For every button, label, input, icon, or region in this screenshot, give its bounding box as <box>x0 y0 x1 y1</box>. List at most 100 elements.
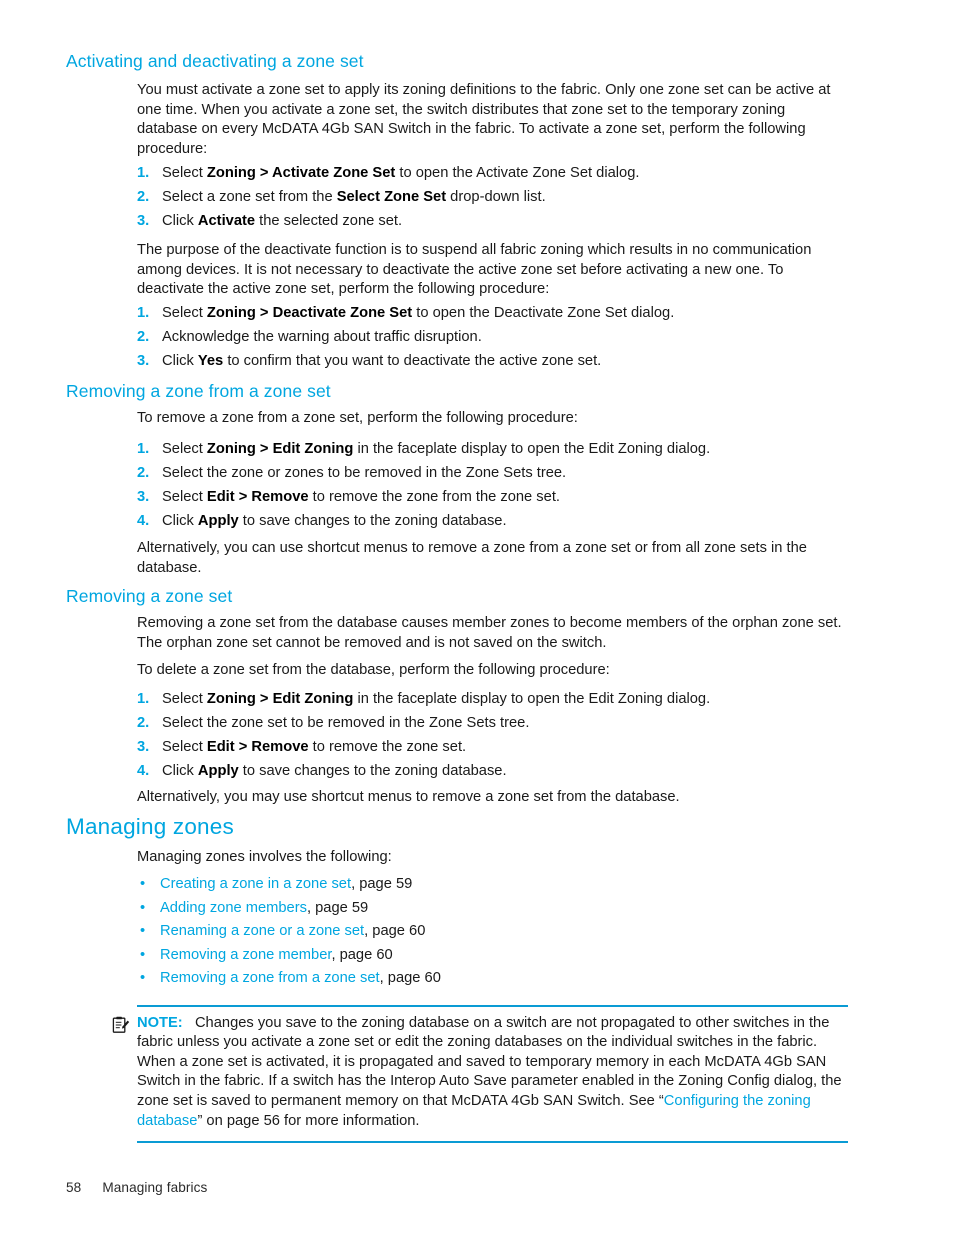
heading-removing-a-zone-from-a-zone-set: Removing a zone from a zone set <box>66 381 331 401</box>
list-item: 2. Select the zone set to be removed in t… <box>137 714 848 734</box>
step-text-post: to open the Activate Zone Set dialog. <box>395 165 640 181</box>
list-item: 3. Select Edit > Remove to remove the zon… <box>137 488 848 508</box>
step-text-bold: Yes <box>197 353 224 370</box>
step-text-pre: Select <box>162 305 207 321</box>
list-item: 2. Acknowledge the warning about traffic … <box>137 328 848 348</box>
step-text-pre: Select <box>162 441 207 457</box>
procedure-list-remove-zoneset: 1. Select Zoning > Edit Zoning in the fac… <box>137 690 848 782</box>
link-removing-a-zone-from-a-zone-set[interactable]: Removing a zone from a zone set <box>160 970 380 986</box>
step-text-bold: Edit > Remove <box>206 489 309 506</box>
bullet-icon: • <box>140 876 146 892</box>
list-marker: 3. <box>137 489 150 506</box>
list-marker: 3. <box>137 739 150 756</box>
bullet-icon: • <box>140 899 146 916</box>
list-item: 1. Select Zoning > Deactivate Zone Set to… <box>137 304 848 324</box>
step-text-post: in the faceplate display to open the Edi… <box>353 441 711 457</box>
list-marker: 3. <box>137 213 150 230</box>
page-reference: , page 60 <box>364 923 426 940</box>
step-text-pre: Select the zone set to be removed in the… <box>162 715 530 732</box>
document-page: Activating and deactivating a zone set Y… <box>0 0 954 1235</box>
bullet-icon: • <box>140 923 146 940</box>
step-text-pre: Select <box>162 489 207 506</box>
list-marker: 2. <box>137 715 150 732</box>
step-text-pre: Select <box>162 165 207 181</box>
step-text-post: drop-down list. <box>446 189 546 206</box>
paragraph-remove-zoneset-intro2: To delete a zone set from the database, … <box>137 662 610 678</box>
list-item: • Removing a zone member, page 60 <box>137 946 848 966</box>
step-text-post: to save changes to the zoning database. <box>238 513 507 530</box>
procedure-list-remove-zone: 1. Select Zoning > Edit Zoning in the fac… <box>137 440 848 532</box>
step-text-pre: Select <box>162 739 207 756</box>
step-text-bold: Apply <box>197 513 239 530</box>
list-item: 3. Select Edit > Remove to remove the zon… <box>137 738 848 758</box>
paragraph-remove-zone-outro: Alternatively, you can use shortcut menu… <box>137 540 807 576</box>
step-text-pre: Click <box>162 213 198 230</box>
page-reference: , page 60 <box>331 946 393 963</box>
list-item: 1. Select Zoning > Edit Zoning in the fac… <box>137 440 848 460</box>
list-item: 4. Click Apply to save changes to the zon… <box>137 512 848 532</box>
list-marker: 2. <box>137 465 150 482</box>
note-body: NOTE: Changes you save to the zoning dat… <box>112 1007 848 1142</box>
list-item: 2. Select a zone set from the Select Zone… <box>137 188 848 208</box>
paragraph-remove-zoneset-outro: Alternatively, you may use shortcut menu… <box>137 789 680 805</box>
list-item: • Creating a zone in a zone set, page 59 <box>137 875 848 895</box>
paragraph-managing-zones-intro: Managing zones involves the following: <box>137 849 392 865</box>
step-text-bold: Zoning > Edit Zoning <box>206 691 354 707</box>
footer-page-number: 58 <box>66 1180 82 1195</box>
paragraph-deactivate-intro: The purpose of the deactivate function i… <box>137 242 812 298</box>
link-renaming-a-zone-or-a-zone-set[interactable]: Renaming a zone or a zone set <box>160 923 364 939</box>
list-item: 2. Select the zone or zones to be removed… <box>137 464 848 484</box>
list-item: 1. Select Zoning > Edit Zoning in the fac… <box>137 690 848 710</box>
step-text-bold: Apply <box>197 763 239 780</box>
step-text-pre: Click <box>162 513 198 530</box>
step-text-pre: Click <box>162 353 198 370</box>
paragraph-remove-zoneset-intro: Removing a zone set from the database ca… <box>137 615 842 651</box>
step-text-pre: Acknowledge the warning about traffic di… <box>162 329 482 346</box>
step-text-bold: Zoning > Edit Zoning <box>206 441 354 457</box>
list-marker: 1. <box>137 305 150 321</box>
page-reference: , page 59 <box>306 899 369 916</box>
step-text-post: to save changes to the zoning database. <box>238 763 507 780</box>
step-text-bold: Zoning > Deactivate Zone Set <box>206 305 413 321</box>
bullet-icon: • <box>140 946 146 963</box>
list-item: • Removing a zone from a zone set, page 6… <box>137 969 848 989</box>
list-marker: 1. <box>137 165 150 181</box>
list-item: 4. Click Apply to save changes to the zon… <box>137 762 848 782</box>
footer-chapter-title: Managing fabrics <box>102 1180 208 1195</box>
step-text-pre: Select the zone or zones to be removed i… <box>162 465 567 482</box>
list-marker: 4. <box>137 513 150 530</box>
step-text-post: to remove the zone set. <box>308 739 467 756</box>
heading-removing-a-zone-set: Removing a zone set <box>66 586 233 606</box>
link-creating-a-zone-in-a-zone-set[interactable]: Creating a zone in a zone set <box>160 876 351 892</box>
list-marker: 1. <box>137 691 150 707</box>
link-removing-a-zone-member[interactable]: Removing a zone member <box>160 947 331 963</box>
paragraph-remove-zone-intro: To remove a zone from a zone set, perfor… <box>137 410 578 426</box>
step-text-post: the selected zone set. <box>255 213 403 230</box>
paragraph-activate-intro: You must activate a zone set to apply it… <box>137 82 831 157</box>
list-marker: 1. <box>137 441 150 457</box>
list-item: 3. Click Yes to confirm that you want to … <box>137 352 848 372</box>
note-spacer <box>183 1015 195 1031</box>
bullet-icon: • <box>140 970 146 987</box>
step-text-pre: Click <box>162 763 198 780</box>
list-item: 3. Click Activate the selected zone set. <box>137 212 848 232</box>
step-text-bold: Edit > Remove <box>206 739 309 756</box>
step-text-bold: Zoning > Activate Zone Set <box>206 165 396 181</box>
step-text-pre: Select a zone set from the <box>162 189 337 206</box>
note-clipboard-icon <box>112 1016 130 1034</box>
note-bottom-rule <box>137 1141 848 1143</box>
page-footer: 58 Managing fabrics <box>66 1180 207 1195</box>
step-text-post: to open the Deactivate Zone Set dialog. <box>412 305 675 321</box>
list-marker: 2. <box>137 189 150 206</box>
step-text-pre: Select <box>162 691 207 707</box>
list-item: 1. Select Zoning > Activate Zone Set to o… <box>137 164 848 184</box>
cross-reference-list: • Creating a zone in a zone set, page 59 … <box>137 875 848 993</box>
note-text: NOTE: Changes you save to the zoning dat… <box>137 1014 848 1132</box>
list-item: • Adding zone members, page 59 <box>137 899 848 919</box>
list-marker: 3. <box>137 353 150 370</box>
step-text-post: to confirm that you want to deactivate t… <box>223 353 602 370</box>
heading-activating-deactivating-a-zone-set: Activating and deactivating a zone set <box>66 51 364 71</box>
link-adding-zone-members[interactable]: Adding zone members <box>160 900 307 916</box>
list-marker: 2. <box>137 329 150 346</box>
step-text-post: in the faceplate display to open the Edi… <box>353 691 711 707</box>
